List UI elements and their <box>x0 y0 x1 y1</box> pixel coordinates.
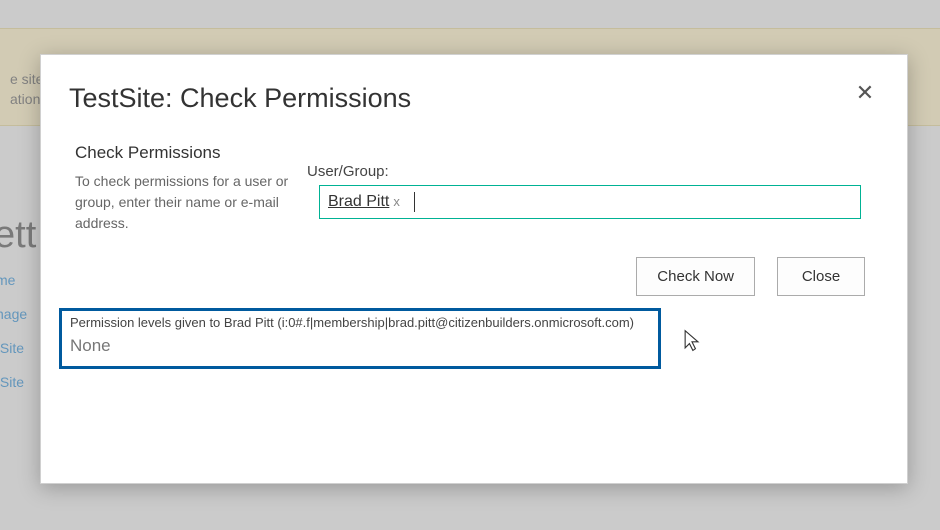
text-caret <box>414 192 415 212</box>
people-picker-remove-icon[interactable]: x <box>393 194 400 209</box>
dialog-button-row: Check Now Close <box>636 257 865 296</box>
permissions-result-box: Permission levels given to Brad Pitt (i:… <box>59 308 661 369</box>
close-icon: ✕ <box>856 80 874 106</box>
people-picker-tag: Brad Pitt x <box>328 193 400 211</box>
user-group-people-picker[interactable]: Brad Pitt x <box>319 185 861 219</box>
people-picker-tag-name[interactable]: Brad Pitt <box>328 193 389 211</box>
close-button[interactable]: Close <box>777 257 865 296</box>
user-group-label: User/Group: <box>307 163 389 180</box>
check-permissions-dialog: ✕ TestSite: Check Permissions Check Perm… <box>40 54 908 484</box>
dialog-left-section: Check Permissions To check permissions f… <box>75 143 305 234</box>
dialog-title: TestSite: Check Permissions <box>69 83 411 114</box>
check-now-button[interactable]: Check Now <box>636 257 755 296</box>
permissions-result-value: None <box>70 336 650 356</box>
section-heading: Check Permissions <box>75 143 305 163</box>
mouse-cursor-icon <box>683 329 701 353</box>
dialog-close-button[interactable]: ✕ <box>851 79 879 107</box>
section-description: To check permissions for a user or group… <box>75 171 305 234</box>
permissions-result-heading: Permission levels given to Brad Pitt (i:… <box>70 315 650 330</box>
